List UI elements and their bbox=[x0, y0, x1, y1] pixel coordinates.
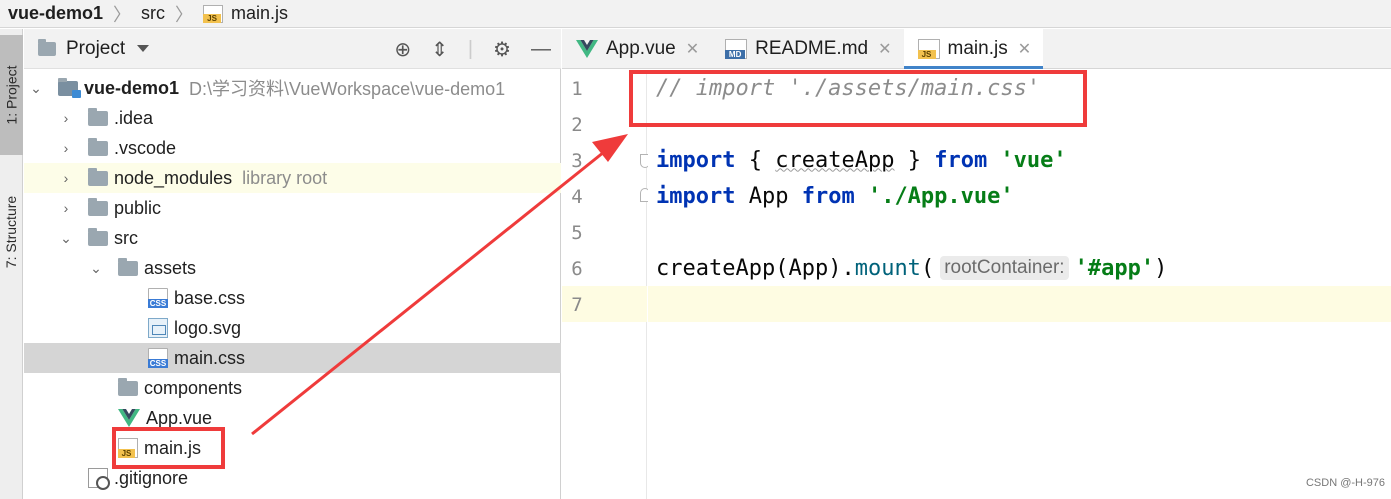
annotation-arrow bbox=[251, 134, 628, 436]
watermark: CSDN @-H-976 bbox=[1305, 477, 1385, 489]
